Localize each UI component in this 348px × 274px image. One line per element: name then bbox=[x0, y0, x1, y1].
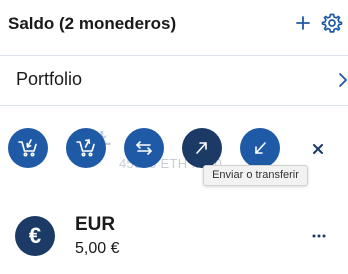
sell-button[interactable] bbox=[66, 128, 106, 168]
settings-button[interactable] bbox=[321, 12, 343, 34]
wallet-more-button[interactable] bbox=[311, 228, 327, 244]
exchange-button[interactable] bbox=[124, 128, 164, 168]
euro-icon: € bbox=[15, 216, 55, 256]
wallet-currency-code: EUR bbox=[75, 214, 116, 235]
portfolio-row[interactable]: Portfolio bbox=[0, 56, 348, 104]
gear-icon bbox=[321, 13, 343, 33]
page-title: Saldo (2 monederos) bbox=[8, 14, 177, 33]
wallets-header: Saldo (2 monederos) bbox=[0, 0, 348, 48]
cart-buy-icon bbox=[18, 139, 37, 157]
exchange-arrows-icon bbox=[136, 141, 152, 155]
wallet-balance: 5,00 € bbox=[75, 240, 120, 257]
portfolio-divider bbox=[0, 105, 348, 106]
buy-button[interactable] bbox=[8, 128, 48, 168]
arrow-down-left-icon bbox=[255, 142, 266, 154]
wallet-row-eur[interactable]: € EUR 5,00 € bbox=[0, 208, 348, 274]
cart-sell-icon bbox=[76, 139, 95, 157]
close-actions-button[interactable] bbox=[311, 142, 325, 156]
close-icon bbox=[313, 144, 323, 154]
send-transfer-button[interactable] bbox=[182, 128, 222, 168]
add-wallet-button[interactable] bbox=[293, 12, 313, 34]
more-dots-icon bbox=[312, 234, 326, 238]
plus-icon bbox=[296, 16, 310, 30]
arrow-up-right-icon bbox=[196, 142, 207, 154]
send-transfer-tooltip: Enviar o transferir bbox=[203, 165, 308, 186]
receive-button[interactable] bbox=[240, 128, 280, 168]
chevron-right-icon bbox=[339, 73, 347, 87]
portfolio-label: Portfolio bbox=[16, 69, 83, 89]
